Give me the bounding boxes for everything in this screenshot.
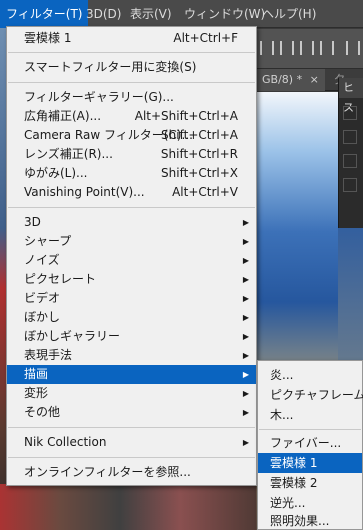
- close-icon[interactable]: ×: [310, 73, 319, 86]
- menu-item-blur[interactable]: ぼかし ▶: [7, 308, 256, 327]
- menu-separator: [8, 427, 255, 428]
- canvas-bottom-region: [0, 484, 256, 530]
- menu-separator: [8, 82, 255, 83]
- menu-item-stylize[interactable]: 表現手法 ▶: [7, 346, 256, 365]
- histogram-panel: ヒス: [338, 78, 363, 228]
- submenu-item-lighting-effects[interactable]: 照明効果...: [258, 511, 362, 530]
- submenu-arrow-icon: ▶: [242, 370, 249, 379]
- menu-item-camera-raw[interactable]: Camera Raw フィルター(C)... Shift+Ctrl+A: [7, 126, 256, 145]
- menu-item-nik-collection[interactable]: Nik Collection ▶: [7, 433, 256, 452]
- filter-menu: 雲模様 1 Alt+Ctrl+F スマートフィルター用に変換(S) フィルターギ…: [6, 26, 257, 486]
- menu-item-label: 3D: [24, 215, 41, 229]
- menu-item-shortcut: Alt+Ctrl+V: [172, 185, 238, 199]
- menu-separator: [8, 457, 255, 458]
- menu-item-label: ぼかしギャラリー: [24, 329, 121, 343]
- submenu-arrow-icon: ▶: [242, 218, 249, 227]
- submenu-item-lens-flare[interactable]: 逆光...: [258, 493, 362, 513]
- options-toolbar: [256, 29, 363, 69]
- menu-item-blur-gallery[interactable]: ぼかしギャラリー ▶: [7, 327, 256, 346]
- menu-item-liquify[interactable]: ゆがみ(L)... Shift+Ctrl+X: [7, 164, 256, 183]
- submenu-item-fibers[interactable]: ファイバー...: [258, 433, 362, 453]
- menu-item-label: その他: [24, 405, 61, 419]
- menu-item-label: Vanishing Point(V)...: [24, 185, 145, 199]
- submenu-item-clouds[interactable]: 雲模様 1: [258, 453, 362, 473]
- menu-item-label: 変形: [24, 386, 49, 400]
- align-icon[interactable]: [280, 41, 294, 55]
- align-icon[interactable]: [320, 41, 334, 55]
- menu-item-label: 広角補正(A)...: [24, 109, 102, 123]
- menu-item-shortcut: Alt+Ctrl+F: [173, 31, 238, 45]
- menu-item-sharpen[interactable]: シャープ ▶: [7, 232, 256, 251]
- panel-button[interactable]: [343, 178, 357, 192]
- menu-help[interactable]: ヘルプ(H): [256, 0, 322, 28]
- menu-item-label: レンズ補正(R)...: [24, 147, 113, 161]
- menu-3d[interactable]: 3D(D): [80, 0, 127, 28]
- submenu-arrow-icon: ▶: [242, 389, 249, 398]
- menu-item-render[interactable]: 描画 ▶: [7, 365, 256, 384]
- submenu-item-tree[interactable]: 木...: [258, 405, 362, 425]
- menu-item-label: ゆがみ(L)...: [24, 166, 88, 180]
- menu-item-label: 描画: [24, 367, 49, 381]
- submenu-item-difference-clouds[interactable]: 雲模様 2: [258, 473, 362, 493]
- menu-item-distort[interactable]: 変形 ▶: [7, 384, 256, 403]
- align-icon[interactable]: [300, 41, 314, 55]
- menu-item-vanishing-point[interactable]: Vanishing Point(V)... Alt+Ctrl+V: [7, 183, 256, 202]
- menu-item-label: ピクセレート: [24, 272, 97, 286]
- menu-item-noise[interactable]: ノイズ ▶: [7, 251, 256, 270]
- menu-item-label: Nik Collection: [24, 435, 107, 449]
- submenu-arrow-icon: ▶: [242, 408, 249, 417]
- panel-button[interactable]: [343, 130, 357, 144]
- submenu-arrow-icon: ▶: [242, 313, 249, 322]
- submenu-item-flame[interactable]: 炎...: [258, 365, 362, 385]
- histogram-panel-title[interactable]: ヒス: [339, 78, 363, 114]
- submenu-arrow-icon: ▶: [242, 256, 249, 265]
- menu-item-browse-online[interactable]: オンラインフィルターを参照...: [7, 463, 256, 482]
- menu-item-label: スマートフィルター用に変換(S): [24, 60, 197, 74]
- menu-item-pixelate[interactable]: ピクセレート ▶: [7, 270, 256, 289]
- submenu-item-picture-frame[interactable]: ピクチャフレーム...: [258, 385, 363, 405]
- menu-bar: フィルター(T) 3D(D) 表示(V) ウィンドウ(W) ヘルプ(H): [0, 0, 363, 28]
- menu-item-last-filter[interactable]: 雲模様 1 Alt+Ctrl+F: [7, 29, 256, 48]
- submenu-arrow-icon: ▶: [242, 332, 249, 341]
- submenu-arrow-icon: ▶: [242, 237, 249, 246]
- menu-item-label: フィルターギャラリー(G)...: [24, 90, 174, 104]
- menu-item-3d[interactable]: 3D ▶: [7, 213, 256, 232]
- menu-filter[interactable]: フィルター(T): [0, 0, 89, 28]
- panel-button[interactable]: [343, 106, 357, 120]
- submenu-arrow-icon: ▶: [242, 351, 249, 360]
- document-tab-label: GB/8) *: [262, 73, 303, 86]
- menu-item-label: ビデオ: [24, 291, 61, 305]
- menu-item-shortcut: Shift+Ctrl+A: [161, 128, 238, 142]
- menu-separator: [8, 52, 255, 53]
- menu-separator: [8, 207, 255, 208]
- menu-item-filter-gallery[interactable]: フィルターギャラリー(G)...: [7, 88, 256, 107]
- align-icon[interactable]: [346, 41, 360, 55]
- menu-item-label: オンラインフィルターを参照...: [24, 465, 191, 479]
- menu-item-lens-correction[interactable]: レンズ補正(R)... Shift+Ctrl+R: [7, 145, 256, 164]
- menu-item-label: ノイズ: [24, 253, 60, 267]
- menu-item-label: シャープ: [24, 234, 72, 248]
- menu-item-other[interactable]: その他 ▶: [7, 403, 256, 422]
- submenu-arrow-icon: ▶: [242, 438, 249, 447]
- menu-item-shortcut: Alt+Shift+Ctrl+A: [134, 109, 238, 123]
- menu-item-label: ぼかし: [24, 310, 61, 324]
- render-submenu: 炎... ピクチャフレーム... 木... ファイバー... 雲模様 1 雲模様…: [257, 360, 363, 530]
- submenu-arrow-icon: ▶: [242, 294, 249, 303]
- menu-item-video[interactable]: ビデオ ▶: [7, 289, 256, 308]
- menu-item-label: 表現手法: [24, 348, 73, 362]
- menu-item-smart-filter[interactable]: スマートフィルター用に変換(S): [7, 58, 256, 77]
- panel-button[interactable]: [343, 154, 357, 168]
- document-tab[interactable]: GB/8) * ×: [256, 69, 325, 91]
- align-icon[interactable]: [260, 41, 274, 55]
- menu-item-adaptive-wide-angle[interactable]: 広角補正(A)... Alt+Shift+Ctrl+A: [7, 107, 256, 126]
- menu-item-shortcut: Shift+Ctrl+R: [160, 147, 238, 161]
- menu-item-label: 雲模様 1: [24, 31, 72, 45]
- submenu-arrow-icon: ▶: [242, 275, 249, 284]
- menu-item-shortcut: Shift+Ctrl+X: [161, 166, 238, 180]
- menu-separator: [259, 429, 361, 430]
- menu-view[interactable]: 表示(V): [124, 0, 178, 28]
